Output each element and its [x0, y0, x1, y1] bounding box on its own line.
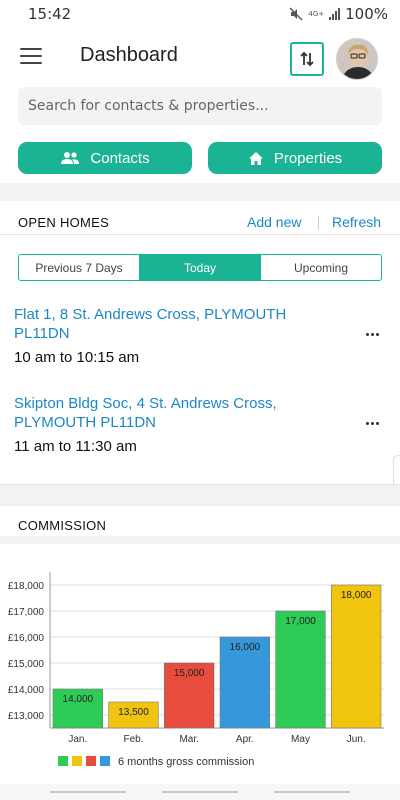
more-options-icon[interactable] [366, 326, 382, 342]
bar [275, 610, 326, 729]
add-new-link[interactable]: Add new [247, 214, 301, 230]
mute-icon [289, 7, 303, 21]
home-time: 10 am to 10:15 am [14, 349, 140, 366]
data-label: 13,500 [118, 707, 149, 718]
x-tick-label: Feb. [123, 734, 143, 745]
legend-label: 6 months gross commission [118, 756, 254, 768]
home-address[interactable]: Flat 1, 8 St. Andrews Cross, PLYMOUTH PL… [14, 305, 354, 343]
refresh-link[interactable]: Refresh [332, 214, 381, 230]
properties-button[interactable]: Properties [208, 142, 382, 174]
commission-bar-chart: £13,000 £14,000 £15,000 £16,000 £17,000 £18,0… [8, 572, 384, 768]
network-label: 4G+ [308, 9, 325, 18]
tab-today[interactable]: Today [139, 255, 260, 280]
open-homes-tabs: Previous 7 Days Today Upcoming [18, 254, 382, 281]
data-label: 18,000 [341, 590, 372, 601]
y-tick-label: £18,000 [8, 581, 45, 592]
status-time: 15:42 [28, 5, 72, 23]
x-tick-label: Jan. [68, 734, 87, 745]
home-time: 11 am to 11:30 am [14, 438, 137, 455]
app-bar: Dashboard [0, 28, 400, 86]
y-tick-label: £16,000 [8, 633, 45, 644]
commission-chart: £13,000 £14,000 £15,000 £16,000 £17,000 £18,0… [0, 544, 400, 784]
status-bar: 15:42 4G+ 100% [0, 0, 400, 28]
more-options-icon[interactable] [366, 415, 382, 431]
tab-upcoming[interactable]: Upcoming [260, 255, 381, 280]
y-tick-label: £17,000 [8, 607, 45, 618]
divider [0, 183, 400, 201]
avatar[interactable] [336, 38, 378, 80]
x-tick-label: Jun. [347, 734, 366, 745]
page-title: Dashboard [80, 44, 178, 66]
tab-previous-7-days[interactable]: Previous 7 Days [19, 255, 139, 280]
x-tick-label: May [291, 734, 310, 745]
list-item[interactable]: Skipton Bldg Soc, 4 St. Andrews Cross, P… [14, 394, 354, 455]
hamburger-menu-icon[interactable] [20, 48, 42, 66]
x-tick-label: Mar. [179, 734, 198, 745]
data-label: 14,000 [63, 694, 94, 705]
divider [0, 484, 400, 506]
legend-swatch [86, 756, 96, 766]
bottom-nav [0, 784, 400, 800]
y-tick-label: £14,000 [8, 685, 45, 696]
data-label: 17,000 [285, 616, 316, 627]
x-tick-label: Apr. [236, 734, 254, 745]
legend-swatch [100, 756, 110, 766]
list-item[interactable]: Flat 1, 8 St. Andrews Cross, PLYMOUTH PL… [14, 305, 354, 366]
home-icon [248, 151, 263, 165]
data-label: 15,000 [174, 668, 205, 679]
home-address[interactable]: Skipton Bldg Soc, 4 St. Andrews Cross, P… [14, 394, 354, 432]
y-tick-label: £15,000 [8, 659, 45, 670]
open-homes-title: OPEN HOMES [18, 215, 110, 230]
swap-vertical-icon[interactable] [290, 42, 324, 76]
contacts-label: Contacts [90, 149, 150, 167]
contacts-button[interactable]: Contacts [18, 142, 192, 174]
bar [331, 584, 382, 729]
commission-title: COMMISSION [18, 518, 107, 533]
legend-swatch [58, 756, 68, 766]
search-input[interactable] [18, 87, 382, 125]
open-homes-header: OPEN HOMES Add new Refresh [0, 201, 400, 235]
data-label: 16,000 [230, 642, 261, 653]
people-icon [61, 152, 80, 164]
y-tick-label: £13,000 [8, 711, 45, 722]
signal-icon [329, 8, 341, 20]
legend-swatch [72, 756, 82, 766]
properties-label: Properties [273, 149, 343, 167]
battery-level: 100% [345, 5, 388, 23]
divider [0, 536, 400, 544]
